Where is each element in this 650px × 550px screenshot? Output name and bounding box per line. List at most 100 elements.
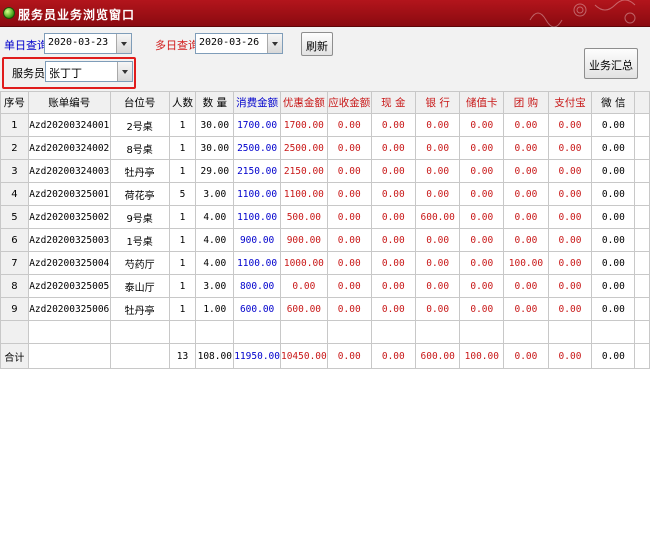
column-header-stored-card[interactable]: 储值卡 <box>459 91 505 114</box>
cell-receivable: 0.00 <box>326 251 372 275</box>
column-header-quantity[interactable]: 数 量 <box>195 91 235 114</box>
table-row[interactable]: 5 Azd20200325002 9号桌 1 4.00 1100.00 500.00 0.00… <box>0 205 650 229</box>
cell-stored-card: 0.00 <box>459 113 505 137</box>
decorative-pattern-icon <box>529 0 636 27</box>
single-day-date-picker[interactable]: 2020-03-23 <box>44 33 132 54</box>
cell-quantity: 108.00 <box>195 343 235 369</box>
column-header-table-no[interactable]: 台位号 <box>109 91 170 114</box>
table-row[interactable]: 4 Azd20200325001 荷花亭 5 3.00 1100.00 1100.00 0.0… <box>0 182 650 206</box>
cell-spend: 1100.00 <box>233 182 281 206</box>
cell-group-buy: 0.00 <box>503 274 549 298</box>
column-header-bill-no[interactable]: 账单编号 <box>27 91 111 114</box>
column-header-spend[interactable]: 消费金额 <box>233 91 281 114</box>
cell-guests: 13 <box>168 343 197 369</box>
cell-bill-no: Azd20200324002 <box>27 136 111 160</box>
multi-day-date-picker[interactable]: 2020-03-26 <box>195 33 283 54</box>
waiter-label: 服务员 <box>12 67 45 80</box>
cell-overflow <box>634 113 650 137</box>
column-header-guests[interactable]: 人数 <box>168 91 197 114</box>
cell-group-buy: 100.00 <box>503 251 549 275</box>
multi-day-label: 多日查询 <box>155 39 199 52</box>
cell-stored-card: 0.00 <box>459 159 505 183</box>
table-row[interactable]: 9 Azd20200325006 牡丹亭 1 1.00 600.00 600.00 0.00 0… <box>0 297 650 321</box>
cell-group-buy: 0.00 <box>503 205 549 229</box>
column-header-wechat[interactable]: 微 信 <box>591 91 636 114</box>
cell-table-no: 荷花亭 <box>109 182 170 206</box>
cell-bank: 0.00 <box>414 159 461 183</box>
cell-alipay: 0.00 <box>547 228 593 252</box>
cell-alipay: 0.00 <box>547 274 593 298</box>
cell-quantity: 1.00 <box>195 297 235 321</box>
cell-bill-no: Azd20200324001 <box>27 113 111 137</box>
cell-bank: 0.00 <box>414 136 461 160</box>
cell-group-buy: 0.00 <box>503 113 549 137</box>
cell-seq: 4 <box>0 182 29 206</box>
chevron-down-icon[interactable] <box>117 62 132 81</box>
table-row[interactable]: 8 Azd20200325005 泰山厅 1 3.00 800.00 0.00 0.00 0.0… <box>0 274 650 298</box>
cell-group-buy: 0.00 <box>503 228 549 252</box>
cell-cash: 0.00 <box>370 228 416 252</box>
cell-table-no <box>109 343 170 369</box>
cell-stored-card: 0.00 <box>459 228 505 252</box>
cell-receivable: 0.00 <box>326 205 372 229</box>
waiter-select[interactable]: 张丁丁 <box>45 61 133 82</box>
table-row[interactable]: 2 Azd20200324002 8号桌 1 30.00 2500.00 2500.00 0.… <box>0 136 650 160</box>
empty-cell <box>326 320 372 344</box>
refresh-button[interactable]: 刷新 <box>301 32 333 56</box>
column-header-seq[interactable]: 序号 <box>0 91 29 114</box>
cell-bill-no <box>27 343 111 369</box>
business-summary-button[interactable]: 业务汇总 <box>584 48 638 79</box>
cell-cash: 0.00 <box>370 297 416 321</box>
empty-cell <box>168 320 197 344</box>
cell-seq: 2 <box>0 136 29 160</box>
cell-spend: 900.00 <box>233 228 281 252</box>
total-row[interactable]: 合计 13 108.00 11950.00 10450.00 0.00 0.00 600.00… <box>0 343 650 369</box>
cell-guests: 1 <box>168 159 197 183</box>
empty-cell <box>634 320 650 344</box>
cell-receivable: 0.00 <box>326 274 372 298</box>
cell-overflow <box>634 159 650 183</box>
cell-table-no: 8号桌 <box>109 136 170 160</box>
cell-spend: 11950.00 <box>233 343 281 369</box>
cell-discount: 500.00 <box>279 205 328 229</box>
table-row[interactable]: 6 Azd20200325003 1号桌 1 4.00 900.00 900.00 0.00 0… <box>0 228 650 252</box>
column-header-discount[interactable]: 优惠金额 <box>279 91 328 114</box>
column-header-group-buy[interactable]: 团 购 <box>503 91 549 114</box>
table-row[interactable]: 7 Azd20200325004 芍药厅 1 4.00 1100.00 1000.00 0.0… <box>0 251 650 275</box>
cell-stored-card: 0.00 <box>459 136 505 160</box>
cell-spend: 600.00 <box>233 297 281 321</box>
column-header-receivable[interactable]: 应收金额 <box>326 91 372 114</box>
cell-seq: 6 <box>0 228 29 252</box>
cell-cash: 0.00 <box>370 113 416 137</box>
title-bar: 服务员业务浏览窗口 <box>0 0 650 27</box>
cell-receivable: 0.00 <box>326 136 372 160</box>
cell-bank: 0.00 <box>414 113 461 137</box>
multi-day-date-value: 2020-03-26 <box>199 37 260 48</box>
column-header-cash[interactable]: 现 金 <box>370 91 416 114</box>
single-day-date-value: 2020-03-23 <box>48 37 109 48</box>
cell-bank: 0.00 <box>414 182 461 206</box>
cell-spend: 1100.00 <box>233 205 281 229</box>
cell-alipay: 0.00 <box>547 297 593 321</box>
empty-cell <box>547 320 593 344</box>
cell-guests: 1 <box>168 251 197 275</box>
column-header-alipay[interactable]: 支付宝 <box>547 91 593 114</box>
column-header-bank[interactable]: 银 行 <box>414 91 461 114</box>
cell-receivable: 0.00 <box>326 182 372 206</box>
cell-overflow <box>634 136 650 160</box>
cell-discount: 2150.00 <box>279 159 328 183</box>
cell-stored-card: 100.00 <box>459 343 505 369</box>
cell-quantity: 3.00 <box>195 182 235 206</box>
table-row[interactable]: 1 Azd20200324001 2号桌 1 30.00 1700.00 1700.00 0.… <box>0 113 650 137</box>
cell-guests: 1 <box>168 205 197 229</box>
chevron-down-icon[interactable] <box>267 34 282 53</box>
cell-table-no: 泰山厅 <box>109 274 170 298</box>
table-row[interactable]: 3 Azd20200324003 牡丹亭 1 29.00 2150.00 2150.00 0.… <box>0 159 650 183</box>
cell-bank: 600.00 <box>414 205 461 229</box>
cell-stored-card: 0.00 <box>459 205 505 229</box>
cell-spend: 1700.00 <box>233 113 281 137</box>
cell-quantity: 4.00 <box>195 205 235 229</box>
chevron-down-icon[interactable] <box>116 34 131 53</box>
table-header-row: 序号 账单编号 台位号 人数 数 量 消费金额 优惠金额 应收金额 现 金 银 … <box>0 91 650 114</box>
cell-overflow <box>634 228 650 252</box>
